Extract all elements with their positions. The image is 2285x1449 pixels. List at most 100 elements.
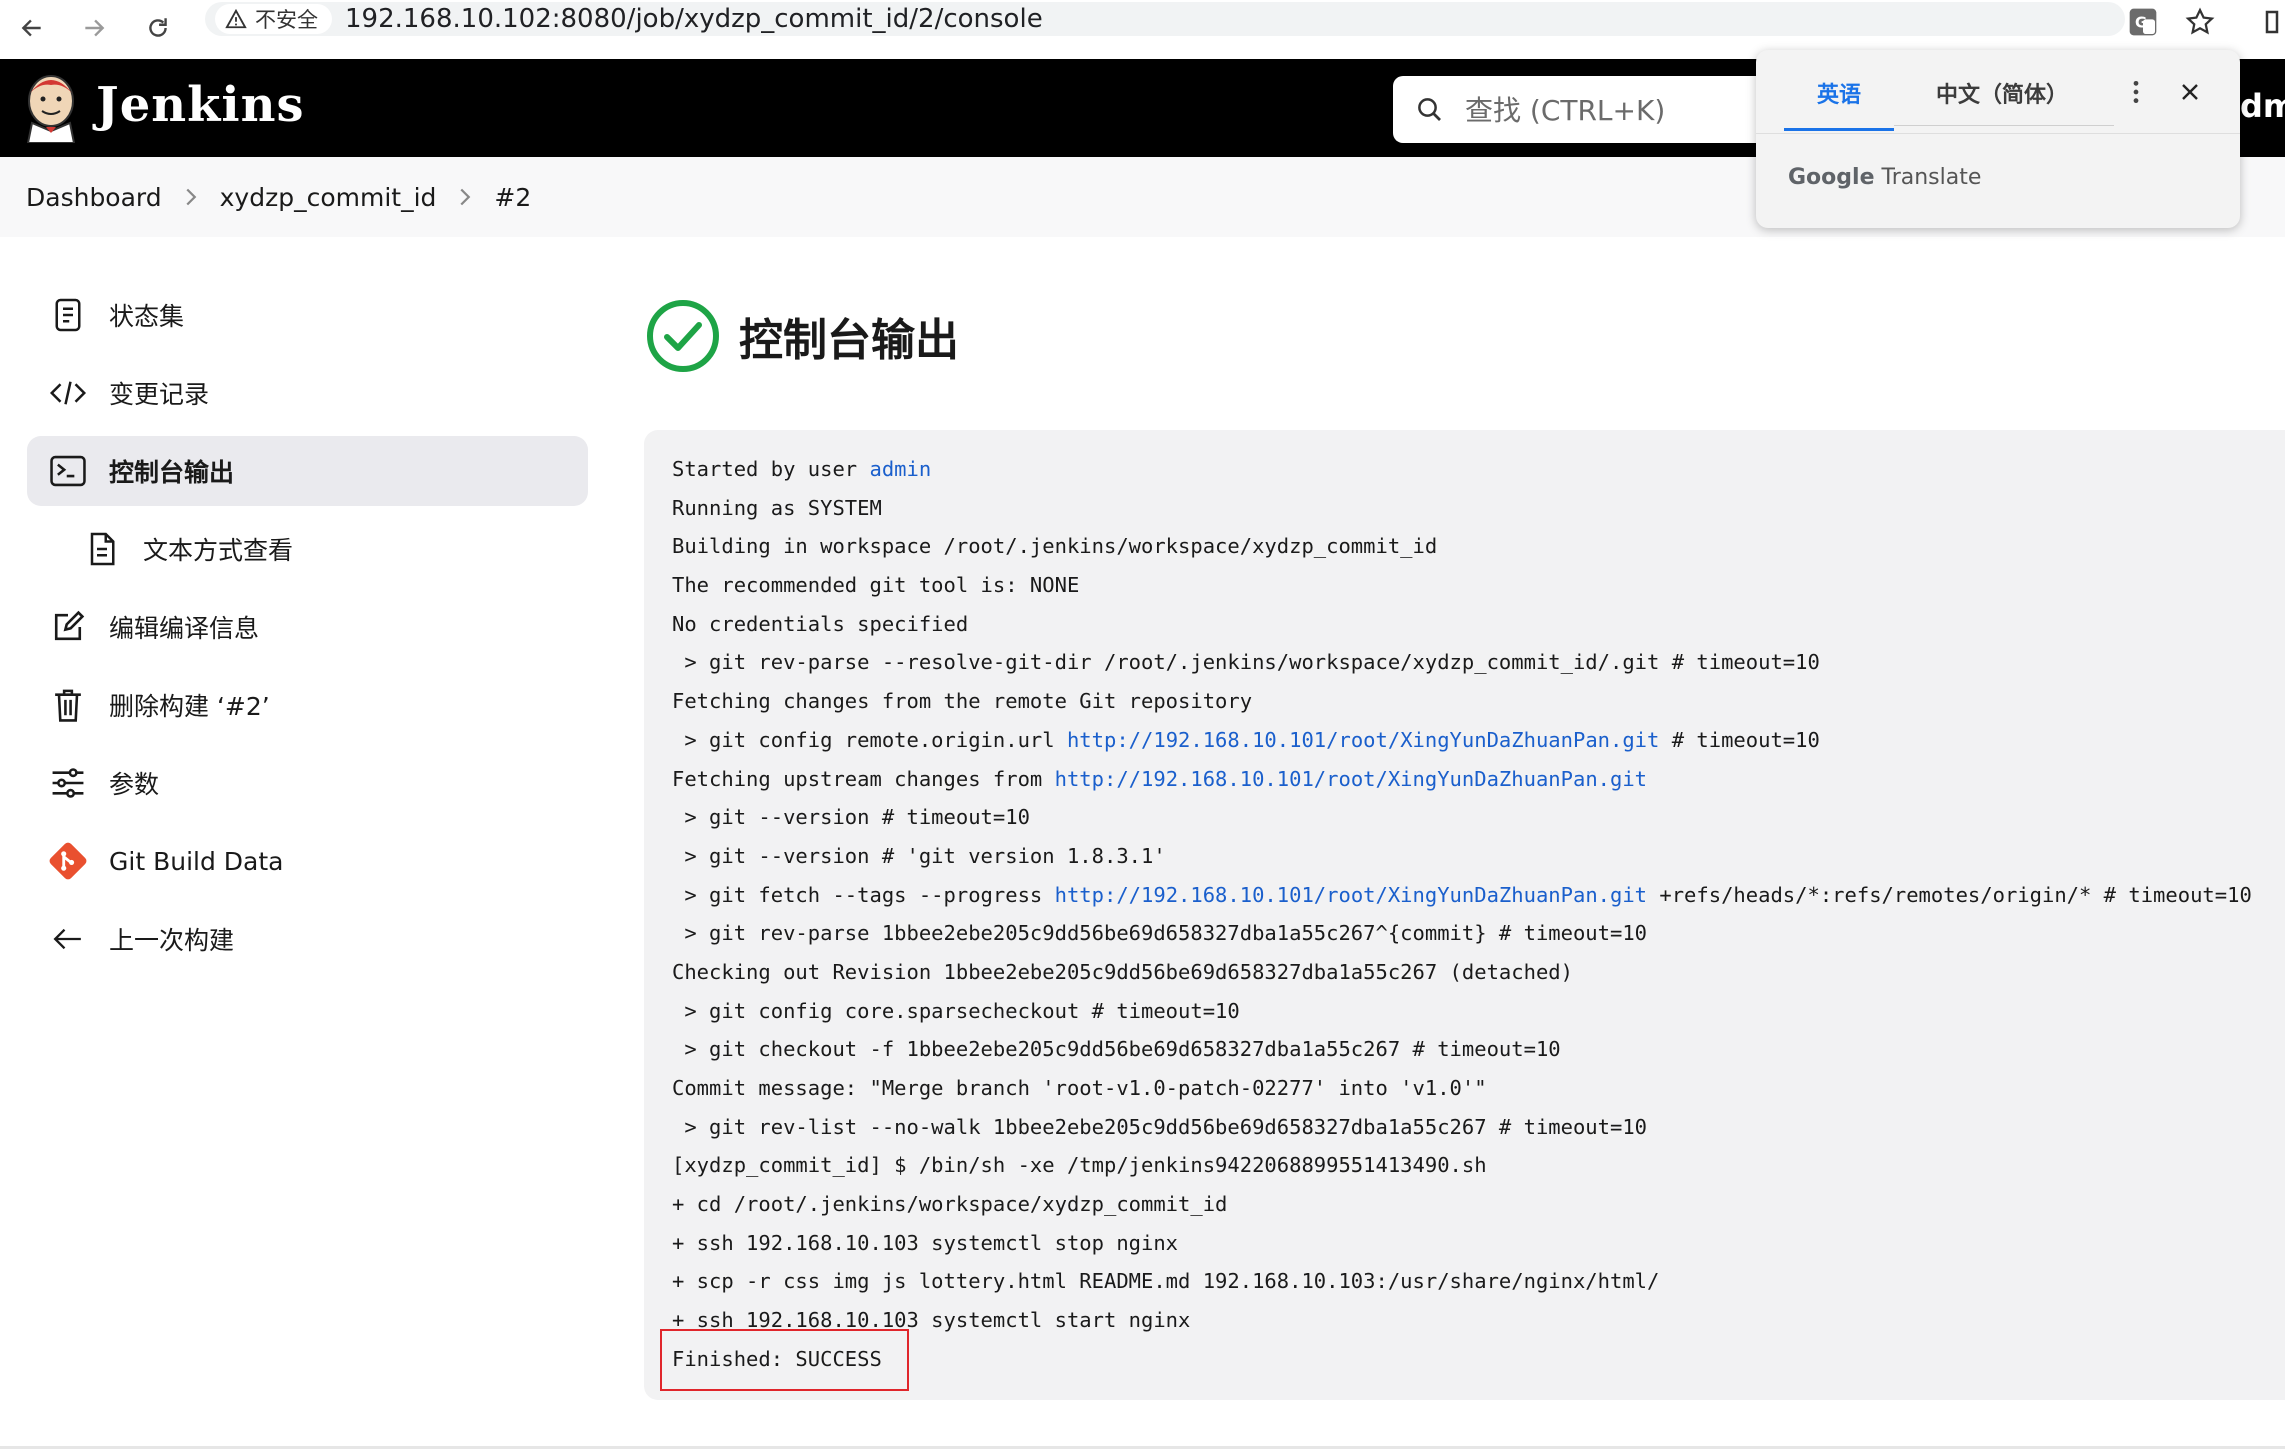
sidebar-item-label: 删除构建 ‘#2’: [109, 692, 270, 721]
arrow-left-icon: [21, 19, 41, 37]
console-text: Started by user: [672, 457, 870, 481]
translate-popup: 英语 中文（简体） Google Translate: [1756, 50, 2240, 228]
extensions-button[interactable]: [2258, 4, 2285, 40]
console-line: Started by user admin: [672, 450, 2252, 489]
sidebar-item-edit-build-info[interactable]: 编辑编译信息: [27, 592, 588, 662]
file-text-icon: [81, 528, 123, 570]
jenkins-butler-logo-icon[interactable]: [22, 71, 80, 143]
console-line: Fetching upstream changes from http://19…: [672, 760, 2252, 799]
arrow-right-icon: [85, 19, 105, 37]
sidebar-item-parameters[interactable]: 参数: [27, 748, 588, 818]
console-line: Commit message: "Merge branch 'root-v1.0…: [672, 1076, 1487, 1100]
sidebar-item-changes[interactable]: 变更记录: [27, 358, 588, 428]
console-line: [xydzp_commit_id] $ /bin/sh -xe /tmp/jen…: [672, 1153, 1487, 1178]
sidebar-item-label: 状态集: [109, 302, 185, 331]
translate-tab-target[interactable]: 中文（简体）: [1902, 68, 2102, 128]
close-icon: [2182, 84, 2198, 100]
security-chip[interactable]: 不安全: [215, 4, 332, 34]
success-highlight-box: [660, 1329, 909, 1391]
sidebar-item-label: 编辑编译信息: [109, 614, 260, 643]
breadcrumb-dashboard[interactable]: Dashboard: [26, 183, 162, 212]
divider: [1756, 133, 2240, 134]
console-line: > git config remote.origin.url http://19…: [672, 721, 2252, 760]
console-line: > git rev-list --no-walk 1bbee2ebe205c9d…: [672, 1114, 1648, 1139]
console-text: > git config remote.origin.url: [672, 727, 1067, 752]
console-text: Fetching upstream changes from: [672, 766, 1055, 791]
git-icon: [47, 840, 89, 882]
console-line: > git checkout -f 1bbee2ebe205c9dd56be69…: [672, 1037, 1561, 1062]
translate-close-button[interactable]: [2170, 72, 2210, 112]
more-vertical-icon: [2133, 80, 2139, 104]
console-line: > git fetch --tags --progress http://192…: [672, 876, 2252, 915]
trash-icon: [47, 684, 89, 726]
translate-icon: G: [2129, 8, 2157, 36]
console-line: Running as SYSTEM: [672, 495, 882, 520]
console-line: The recommended git tool is: NONE: [672, 573, 1080, 598]
console-line: > git --version # timeout=10: [672, 805, 1030, 830]
url-text[interactable]: 192.168.10.102:8080/job/xydzp_commit_id/…: [345, 2, 1043, 36]
sidebar-item-label: 参数: [109, 770, 160, 799]
tab-underline: [1894, 125, 2114, 126]
reload-button[interactable]: [136, 6, 180, 50]
sidebar-item-git-build-data[interactable]: Git Build Data: [27, 826, 588, 896]
google-translate-brand: Google Translate: [1788, 165, 1981, 190]
translate-options-button[interactable]: [2118, 72, 2154, 112]
sidebar-item-plain-text[interactable]: 文本方式查看: [27, 514, 588, 584]
warning-icon: [225, 8, 247, 29]
translate-tab-source[interactable]: 英语: [1784, 68, 1894, 131]
console-line: Building in workspace /root/.jenkins/wor…: [672, 534, 1438, 559]
sidebar-item-console[interactable]: 控制台输出: [27, 436, 588, 506]
sidebar-item-status[interactable]: 状态集: [27, 280, 588, 350]
translate-page-button[interactable]: G: [2125, 4, 2161, 40]
sidebar-item-delete-build[interactable]: 删除构建 ‘#2’: [27, 670, 588, 740]
chevron-right-icon: [186, 188, 196, 206]
console-line: > git rev-parse --resolve-git-dir /root/…: [672, 650, 1820, 675]
console-line: > git --version # 'git version 1.8.3.1': [672, 843, 1166, 868]
search-icon: [1418, 98, 1441, 121]
console-line: No credentials specified: [672, 611, 969, 636]
breadcrumb-build[interactable]: #2: [494, 183, 531, 212]
sidebar-item-label: 变更记录: [109, 380, 210, 409]
success-check-icon: [647, 300, 719, 372]
repo-link[interactable]: http://192.168.10.101/root/XingYunDaZhua…: [1055, 767, 1647, 791]
document-icon: [47, 294, 89, 336]
page-title-text: 控制台输出: [739, 315, 959, 366]
translate-wordmark: Translate: [1881, 165, 1982, 190]
chevron-right-icon: [460, 188, 471, 206]
reload-icon: [149, 18, 167, 37]
console-line: Fetching changes from the remote Git rep…: [672, 689, 1253, 714]
user-link[interactable]: admin: [869, 457, 931, 481]
bookmark-button[interactable]: [2182, 4, 2218, 40]
address-bar[interactable]: 不安全 192.168.10.102:8080/job/xydzp_commit…: [205, 2, 2125, 36]
console-line: > git rev-parse 1bbee2ebe205c9dd56be69d6…: [672, 921, 1648, 946]
page-title: 控制台输出: [645, 296, 959, 376]
console-output: Started by user admin Running as SYSTEM …: [644, 430, 2285, 1400]
jenkins-brand[interactable]: Jenkins: [96, 77, 305, 133]
sidebar-item-label: 上一次构建: [109, 926, 235, 955]
sidebar: 状态集 变更记录 控制台输出 文本方式查看 编辑编译信息 删除构建 ‘#2’ 参…: [27, 280, 588, 982]
console-line: + scp -r css img js lottery.html README.…: [672, 1269, 1660, 1294]
puzzle-icon: [2265, 10, 2278, 34]
repo-link[interactable]: http://192.168.10.101/root/XingYunDaZhua…: [1067, 728, 1659, 752]
forward-button[interactable]: [72, 6, 116, 50]
google-wordmark: Google: [1788, 165, 1875, 190]
console-line: + ssh 192.168.10.103 systemctl stop ngin…: [672, 1230, 1179, 1255]
code-icon: [47, 372, 89, 414]
back-button[interactable]: [10, 6, 54, 50]
translate-tabs: 英语 中文（简体）: [1784, 68, 2124, 131]
console-text: > git fetch --tags --progress: [672, 882, 1055, 907]
repo-link[interactable]: http://192.168.10.101/root/XingYunDaZhua…: [1055, 883, 1647, 907]
sliders-icon: [47, 762, 89, 804]
star-icon: [2185, 7, 2215, 35]
console-line: Checking out Revision 1bbee2ebe205c9dd56…: [672, 959, 1573, 984]
user-menu[interactable]: dm: [2240, 87, 2285, 125]
arrow-left-icon: [47, 918, 89, 960]
breadcrumb-job[interactable]: xydzp_commit_id: [220, 183, 437, 212]
console-text: +refs/heads/*:refs/remotes/origin/* # ti…: [1647, 882, 2252, 907]
console-line: > git config core.sparsecheckout # timeo…: [672, 998, 1240, 1023]
sidebar-item-label: 文本方式查看: [143, 536, 294, 565]
sidebar-item-label: 控制台输出: [109, 458, 235, 487]
console-text: # timeout=10: [1659, 727, 1820, 752]
sidebar-item-previous-build[interactable]: 上一次构建: [27, 904, 588, 974]
sidebar-item-label: Git Build Data: [109, 846, 284, 876]
